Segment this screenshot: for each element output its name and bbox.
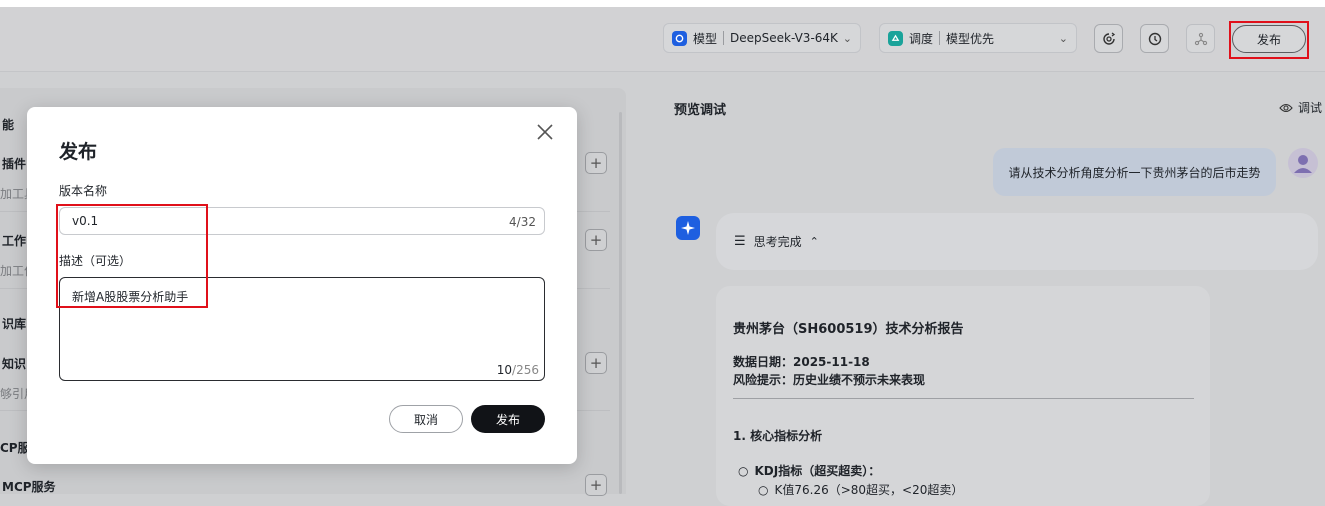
publish-button[interactable]: 发布 <box>471 405 545 433</box>
schedule-select[interactable]: 调度 模型优先 ⌄ <box>879 23 1077 53</box>
highlight-box <box>56 204 208 308</box>
close-button[interactable] <box>535 122 555 142</box>
close-icon <box>537 124 553 140</box>
assistant-avatar <box>676 216 700 240</box>
schedule-icon <box>888 30 903 46</box>
preview-title: 预览调试 <box>674 103 727 118</box>
thinking-toggle[interactable]: ☰ 思考完成 ⌃ <box>716 213 1318 270</box>
bullet: ○ <box>738 464 749 478</box>
divider <box>723 31 725 45</box>
history-button[interactable] <box>1140 24 1169 53</box>
description-counter-max: /256 <box>512 363 539 377</box>
top-strip <box>0 0 1325 7</box>
version-name-label: 版本名称 <box>59 184 108 198</box>
section-title: 能 <box>2 118 15 132</box>
description-counter-current: 10 <box>496 363 513 377</box>
version-name-counter: 4/32 <box>509 215 536 229</box>
user-avatar <box>1288 148 1318 178</box>
kb-section-title: 识库 <box>2 317 27 331</box>
debug-button[interactable]: 调试 <box>1279 99 1322 116</box>
user-icon <box>1294 155 1312 173</box>
list-icon: ☰ <box>734 234 746 249</box>
refresh-gear-icon <box>1102 31 1115 45</box>
cancel-button[interactable]: 取消 <box>389 405 463 433</box>
debug-label: 调试 <box>1298 101 1323 115</box>
model-label: 模型 <box>693 31 718 46</box>
model-value: DeepSeek-V3-64K <box>730 31 838 45</box>
chevron-down-icon: ⌄ <box>842 31 852 45</box>
mcp-section-title: CP服 <box>0 441 30 455</box>
divider <box>939 31 941 45</box>
model-select[interactable]: 模型 DeepSeek-V3-64K ⌄ <box>663 23 861 53</box>
kb-title: 知识 <box>2 357 27 371</box>
user-message-bubble: 请从技术分析角度分析一下贵州茅台的后市走势 <box>993 148 1276 196</box>
report-risk: 风险提示：历史业绩不预示未来表现 <box>733 373 926 387</box>
report-section-heading: 1. 核心指标分析 <box>733 429 823 443</box>
model-icon <box>672 30 687 46</box>
description-counter: 10/256 <box>497 363 539 377</box>
kdj-detail: K值76.26（>80超买，<20超卖） <box>774 483 964 497</box>
add-mcp-button[interactable]: + <box>585 474 607 496</box>
add-workflow-button[interactable]: + <box>585 229 607 251</box>
schedule-value: 模型优先 <box>946 31 995 46</box>
kdj-detail-item: ○ K值76.26（>80超买，<20超卖） <box>758 481 963 498</box>
bullet: ○ <box>758 483 769 497</box>
thinking-label: 思考完成 <box>753 235 802 249</box>
kdj-label: KDJ指标（超买超卖）： <box>754 464 881 478</box>
divider <box>733 398 1194 399</box>
share-button[interactable] <box>1186 24 1215 53</box>
sparkle-icon <box>681 221 695 235</box>
refresh-settings-button[interactable] <box>1094 24 1123 53</box>
add-knowledge-button[interactable]: + <box>585 352 607 374</box>
workflow-title: 工作 <box>2 234 27 248</box>
chevron-down-icon: ⌄ <box>1058 31 1068 45</box>
share-nodes-icon <box>1194 32 1207 45</box>
schedule-label: 调度 <box>909 31 934 46</box>
chevron-up-icon: ⌃ <box>809 235 819 248</box>
eye-icon <box>1279 103 1293 112</box>
publish-button-top[interactable]: 发布 <box>1232 25 1306 53</box>
plugin-title: 插件 <box>2 157 27 171</box>
report-date: 数据日期：2025-11-18 <box>733 355 870 369</box>
history-icon <box>1148 32 1161 45</box>
report-title: 贵州茅台（SH600519）技术分析报告 <box>733 322 964 337</box>
scrollbar[interactable] <box>619 112 622 494</box>
mcp-title: MCP服务 <box>2 480 56 494</box>
dialog-title: 发布 <box>59 141 98 163</box>
kdj-item: ○ KDJ指标（超买超卖）： <box>738 462 880 479</box>
add-plugin-button[interactable]: + <box>585 152 607 174</box>
